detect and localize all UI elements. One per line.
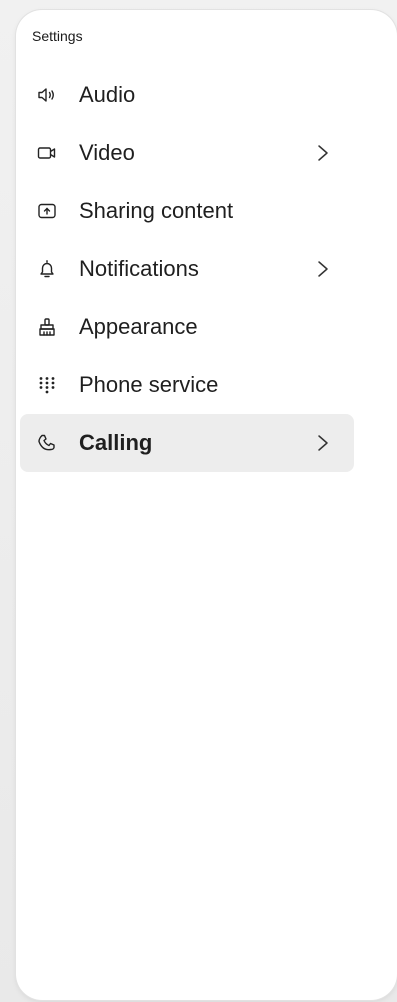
video-camera-icon	[36, 142, 58, 164]
menu-item-label: Sharing content	[79, 198, 234, 223]
menu-item-label: Audio	[79, 82, 136, 107]
panel-title: Settings	[32, 28, 83, 44]
menu-item-label: Phone service	[79, 372, 219, 397]
menu-item-label: Appearance	[79, 314, 198, 339]
speaker-icon	[36, 84, 58, 106]
share-screen-icon	[36, 200, 58, 222]
menu-item-appearance[interactable]: Appearance	[20, 298, 354, 356]
bell-icon	[36, 258, 58, 280]
settings-menu: Audio Video Sharing content Notification…	[20, 66, 354, 472]
menu-item-sharing-content[interactable]: Sharing content	[20, 182, 354, 240]
menu-item-notifications[interactable]: Notifications	[20, 240, 354, 298]
menu-item-video[interactable]: Video	[20, 124, 354, 182]
menu-item-phone-service[interactable]: Phone service	[20, 356, 354, 414]
menu-item-label: Video	[79, 140, 135, 165]
chevron-right-icon	[316, 142, 330, 164]
settings-panel: Settings Audio Video Sharing content Not…	[16, 10, 397, 1000]
menu-item-label: Calling	[79, 430, 153, 455]
paint-brush-icon	[36, 316, 58, 338]
chevron-right-icon	[316, 258, 330, 280]
chevron-right-icon	[316, 432, 330, 454]
window-background: Settings Audio Video Sharing content Not…	[0, 0, 397, 1002]
phone-icon	[36, 432, 58, 454]
dialpad-icon	[36, 374, 58, 396]
menu-item-label: Notifications	[79, 256, 199, 281]
menu-item-audio[interactable]: Audio	[20, 66, 354, 124]
menu-item-calling[interactable]: Calling	[20, 414, 354, 472]
